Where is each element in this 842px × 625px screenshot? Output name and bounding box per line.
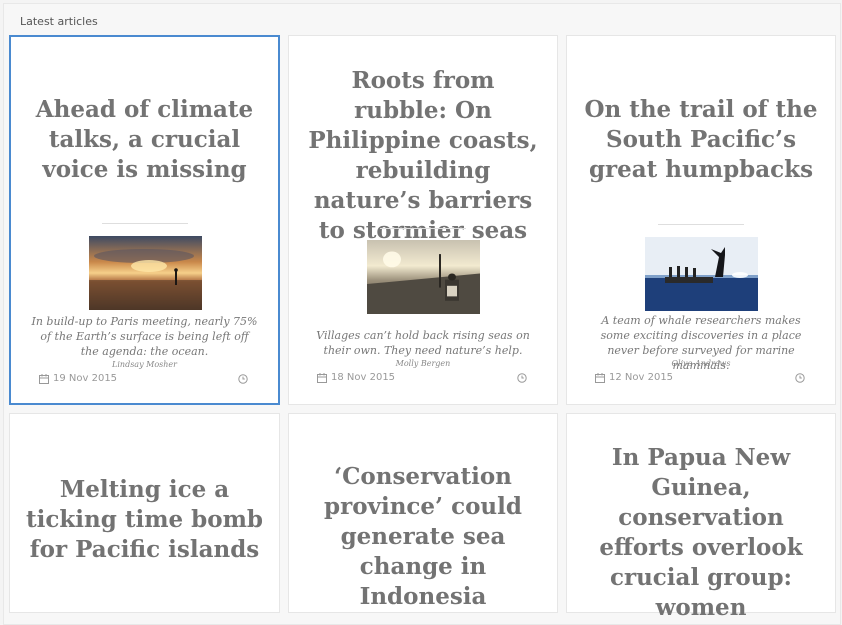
article-meta: 19 Nov 2015 <box>39 373 248 387</box>
article-card[interactable]: ‘Conservation province’ could generate s… <box>288 413 558 613</box>
article-date: 12 Nov 2015 <box>609 372 674 383</box>
article-meta: 12 Nov 2015 <box>595 372 805 386</box>
article-card[interactable]: In Papua New Guinea, conservation effort… <box>566 413 836 621</box>
calendar-icon <box>317 372 327 383</box>
calendar-icon <box>39 373 49 384</box>
article-image[interactable] <box>88 236 202 310</box>
article-meta: 18 Nov 2015 <box>317 372 527 386</box>
article-title[interactable]: Ahead of climate talks, a crucial voice … <box>25 95 264 185</box>
article-excerpt: Villages can’t hold back rising seas on … <box>316 329 530 357</box>
article-author: Olive Andrews <box>671 359 731 368</box>
article-title[interactable]: On the trail of the South Pacific’s grea… <box>581 95 821 185</box>
date-group: 19 Nov 2015 <box>39 373 117 384</box>
article-date: 19 Nov 2015 <box>53 373 118 384</box>
clock-icon <box>517 373 527 383</box>
article-card[interactable]: On the trail of the South Pacific’s grea… <box>566 35 836 405</box>
article-card[interactable]: Ahead of climate talks, a crucial voice … <box>9 35 280 405</box>
article-excerpt: In build-up to Paris meeting, nearly 75%… <box>31 315 258 358</box>
article-title[interactable]: Roots from rubble: On Philippine coasts,… <box>303 66 543 246</box>
calendar-icon <box>595 372 605 383</box>
article-card[interactable]: Roots from rubble: On Philippine coasts,… <box>288 35 558 405</box>
divider <box>380 228 466 229</box>
article-title[interactable]: Melting ice a ticking time bomb for Paci… <box>24 475 265 565</box>
date-group: 12 Nov 2015 <box>595 372 673 383</box>
divider <box>101 223 188 224</box>
clock-icon <box>238 374 248 384</box>
section-title: Latest articles <box>20 15 98 28</box>
article-author: Lindsay Mosher <box>112 360 177 369</box>
date-group: 18 Nov 2015 <box>317 372 395 383</box>
article-image[interactable] <box>645 237 758 311</box>
clock-icon <box>795 373 805 383</box>
article-date: 18 Nov 2015 <box>331 372 396 383</box>
article-card[interactable]: Melting ice a ticking time bomb for Paci… <box>9 413 280 613</box>
article-image[interactable] <box>367 240 480 314</box>
divider <box>658 224 744 225</box>
article-author: Molly Bergen <box>395 359 451 368</box>
article-title[interactable]: In Papua New Guinea, conservation effort… <box>581 443 821 623</box>
article-title[interactable]: ‘Conservation province’ could generate s… <box>303 462 543 612</box>
